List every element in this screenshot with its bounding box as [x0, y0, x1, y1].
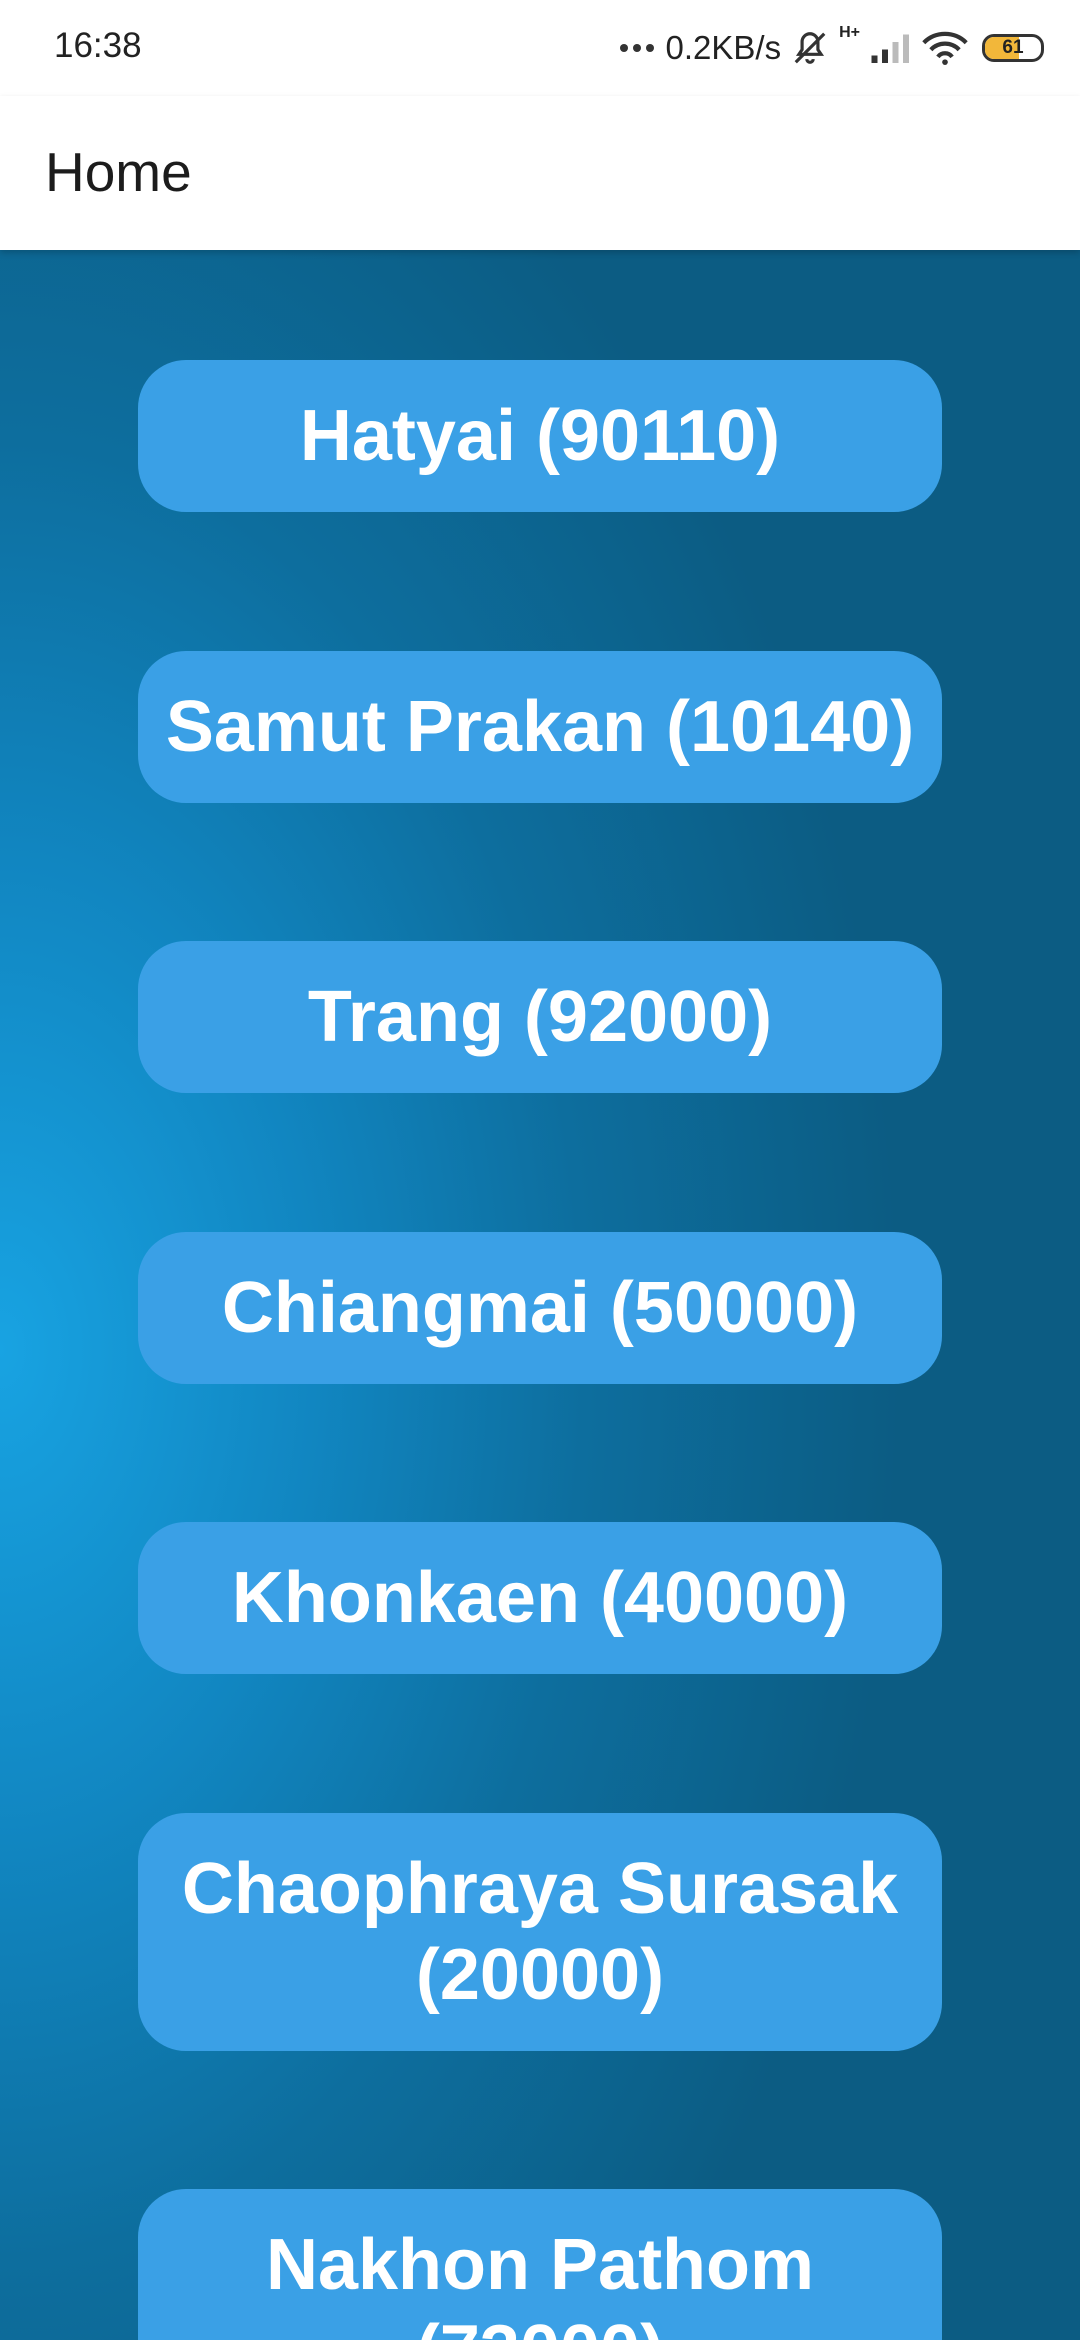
city-button-label: Khonkaen (40000) [231, 1558, 849, 1638]
city-button-samut-prakan[interactable]: Samut Prakan (10140) [138, 651, 942, 803]
wifi-icon [922, 31, 968, 65]
status-time: 16:38 [54, 26, 142, 65]
battery-icon: 61 [982, 34, 1044, 62]
city-button-label: Chaophraya Surasak (20000) [181, 1849, 899, 2015]
city-button-label: Chiangmai (50000) [221, 1268, 859, 1348]
more-dots-icon [619, 44, 654, 52]
mute-icon [794, 32, 826, 64]
network-speed: 0.2KB/s [665, 29, 782, 66]
battery-level: 61 [1002, 37, 1024, 58]
status-bar: 16:38 0.2KB/s H+ 61 [0, 0, 1080, 96]
signal-icon [871, 34, 909, 63]
city-button-label: Hatyai (90110) [299, 396, 781, 476]
app-bar: Home [0, 96, 1080, 250]
city-button-label: Trang (92000) [307, 977, 773, 1057]
city-button-trang[interactable]: Trang (92000) [138, 941, 942, 1093]
city-button-hatyai[interactable]: Hatyai (90110) [138, 360, 942, 512]
city-button-chaophraya-surasak[interactable]: Chaophraya Surasak (20000) [138, 1813, 942, 2051]
status-right: 0.2KB/s H+ 61 [619, 24, 1044, 72]
city-button-label: Nakhon Pathom (73000) [265, 2225, 815, 2340]
city-list-area[interactable]: Hatyai (90110) Samut Prakan (10140) Tran… [0, 250, 1080, 2340]
city-button-khonkaen[interactable]: Khonkaen (40000) [138, 1522, 942, 1674]
city-button-chiangmai[interactable]: Chiangmai (50000) [138, 1232, 942, 1384]
city-button-label: Samut Prakan (10140) [165, 687, 915, 767]
network-type: H+ [839, 24, 860, 41]
city-button-nakhon-pathom[interactable]: Nakhon Pathom (73000) [138, 2189, 942, 2340]
page-title: Home [45, 141, 192, 203]
